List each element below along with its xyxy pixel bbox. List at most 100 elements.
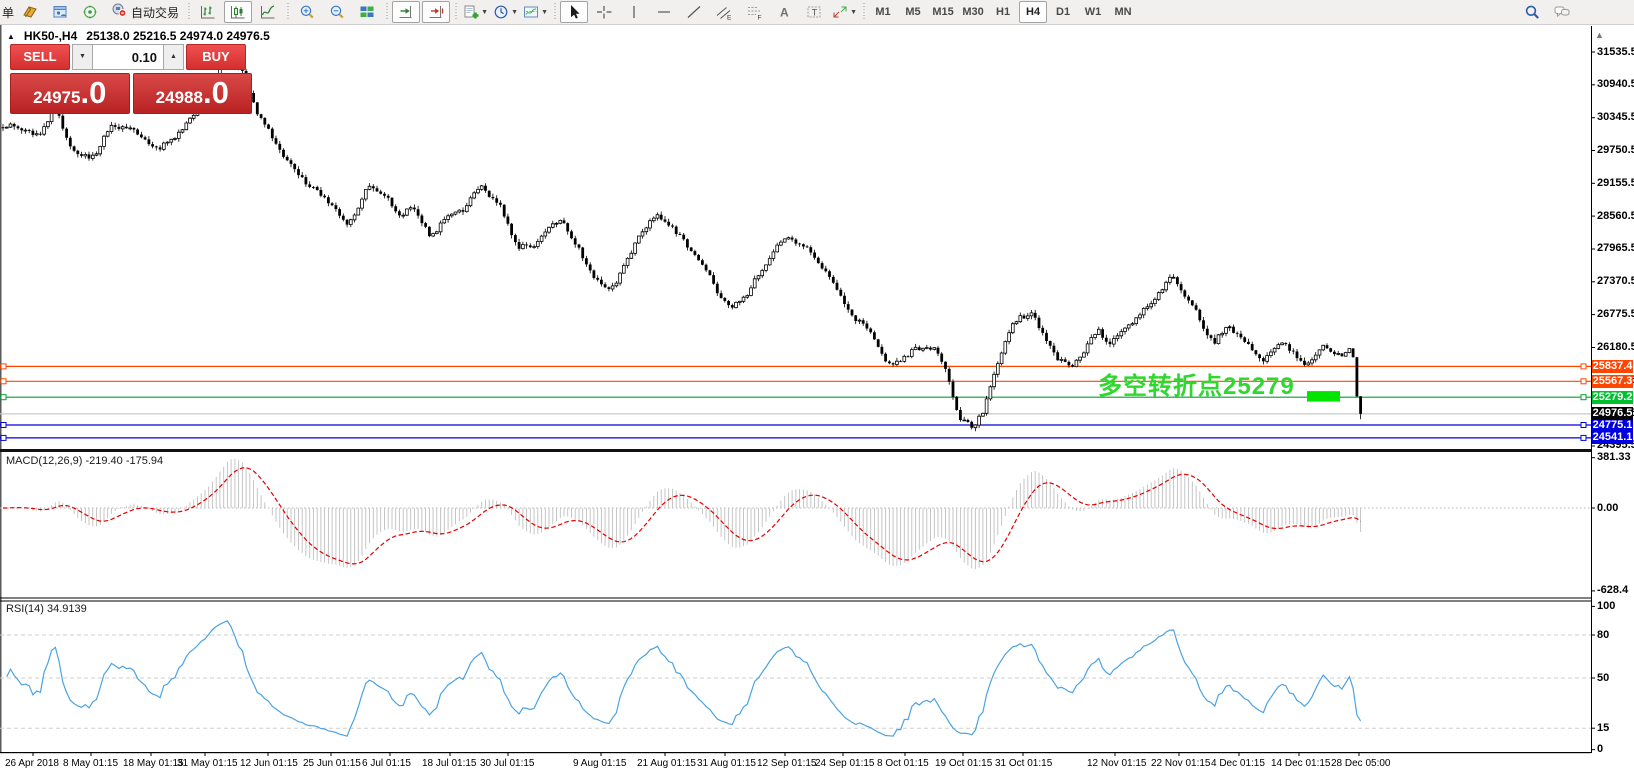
- toolbar-separator: [383, 3, 390, 21]
- chart-shift-icon: [427, 4, 445, 20]
- volume-increase-button[interactable]: ▲: [163, 44, 184, 70]
- text-button[interactable]: A: [770, 1, 798, 23]
- macd-axis-label: 381.33: [1597, 451, 1631, 464]
- time-axis-label: 31 Oct 01:15: [995, 758, 1052, 769]
- price-axis-label: 29155.5: [1597, 177, 1634, 190]
- time-axis-label: 8 May 01:15: [63, 758, 118, 769]
- price-axis-label: 31535.5: [1597, 46, 1634, 59]
- arrows-button[interactable]: ▼: [830, 1, 858, 23]
- zoom-in-icon: [298, 4, 316, 20]
- new-chart-icon: [462, 4, 480, 20]
- timeframe-button-w1[interactable]: W1: [1079, 1, 1107, 23]
- timeframe-button-m1[interactable]: M1: [869, 1, 897, 23]
- time-axis-label: 18 May 01:15: [123, 758, 184, 769]
- cursor-button[interactable]: [560, 1, 588, 23]
- data-window-button[interactable]: [46, 1, 74, 23]
- auto-scroll-button[interactable]: [392, 1, 420, 23]
- periods-button[interactable]: ▼: [491, 1, 519, 23]
- trendline-icon: [685, 4, 703, 20]
- chart-ohlc-values: 25138.0 25216.5 24974.0 24976.5: [86, 29, 270, 43]
- chart-canvas[interactable]: [0, 25, 1634, 774]
- templates-button[interactable]: ▼: [521, 1, 549, 23]
- chart-shift-button[interactable]: [422, 1, 450, 23]
- templates-icon: [522, 4, 540, 20]
- channel-button[interactable]: E: [710, 1, 738, 23]
- sell-price-button[interactable]: 24975.0: [10, 73, 130, 114]
- navigator-icon: [81, 4, 99, 20]
- dropdown-caret-icon: ▼: [850, 9, 857, 16]
- chart-window[interactable]: 31535.530940.530345.529750.529155.528560…: [0, 25, 1634, 774]
- crosshair-icon: [595, 4, 613, 20]
- channel-icon: E: [715, 4, 733, 20]
- collapse-panel-icon[interactable]: ▲: [7, 32, 15, 41]
- timeframe-button-h4[interactable]: H4: [1019, 1, 1047, 23]
- volume-input[interactable]: [93, 44, 163, 70]
- time-axis-label: 6 Jul 01:15: [362, 758, 411, 769]
- price-axis-label: 30940.5: [1597, 78, 1634, 91]
- volume-decrease-button[interactable]: ▼: [72, 44, 93, 70]
- market-watch-button[interactable]: [16, 1, 44, 23]
- svg-text:E: E: [727, 15, 732, 21]
- time-axis-label: 25 Jun 01:15: [303, 758, 361, 769]
- tile-windows-button[interactable]: [353, 1, 381, 23]
- new-chart-button[interactable]: ▼: [461, 1, 489, 23]
- search-icon: [1523, 4, 1541, 20]
- pivot-annotation-text: 多空转折点25279: [1098, 366, 1295, 401]
- price-axis-label: 27965.5: [1597, 242, 1634, 255]
- timeframe-button-h1[interactable]: H1: [989, 1, 1017, 23]
- price-axis-label: 26180.5: [1597, 341, 1634, 354]
- cursor-icon: [565, 4, 583, 20]
- navigator-button[interactable]: [76, 1, 104, 23]
- timeframe-button-d1[interactable]: D1: [1049, 1, 1077, 23]
- vertical-line-icon: [625, 4, 643, 20]
- sell-price-main: 24975: [33, 79, 80, 114]
- toolbar-separator: [452, 3, 459, 21]
- bar-chart-icon: [199, 4, 217, 20]
- new-order-partial-label[interactable]: 单: [2, 4, 14, 21]
- toolbar-separator: [860, 3, 867, 21]
- timeframe-button-m15[interactable]: M15: [929, 1, 957, 23]
- macd-axis-label: 0.00: [1597, 502, 1618, 515]
- one-click-trade-panel: SELL ▼ ▲ BUY 24975.0 24988.0: [10, 44, 252, 114]
- hline-price-flag: 24775.1: [1592, 419, 1633, 432]
- hline-price-flag: 25567.3: [1592, 375, 1633, 388]
- sell-button[interactable]: SELL: [10, 44, 70, 70]
- crosshair-button[interactable]: [590, 1, 618, 23]
- svg-text:F: F: [758, 15, 762, 21]
- line-chart-button[interactable]: [254, 1, 282, 23]
- data-window-icon: [51, 4, 69, 20]
- autotrade-robot-icon: [110, 2, 128, 23]
- chat-button[interactable]: [1548, 1, 1576, 23]
- time-axis-label: 26 Apr 2018: [5, 758, 59, 769]
- scroll-up-icon[interactable]: ▲: [1595, 30, 1604, 40]
- search-button[interactable]: [1518, 1, 1546, 23]
- buy-button[interactable]: BUY: [186, 44, 246, 70]
- timeframe-button-m5[interactable]: M5: [899, 1, 927, 23]
- timeframe-button-m30[interactable]: M30: [959, 1, 987, 23]
- dropdown-caret-icon: ▼: [481, 9, 488, 16]
- svg-text:T: T: [812, 8, 818, 18]
- candlestick-chart-button[interactable]: [224, 1, 252, 23]
- toolbar-separator: [284, 3, 291, 21]
- fibonacci-button[interactable]: F: [740, 1, 768, 23]
- mt4-window: 单自动交易▼▼▼EFAT▼M1M5M15M30H1H4D1W1MN 31535.…: [0, 0, 1634, 774]
- trendline-button[interactable]: [680, 1, 708, 23]
- time-axis-label: 19 Oct 01:15: [935, 758, 992, 769]
- chat-icon: [1553, 4, 1571, 20]
- zoom-in-button[interactable]: [293, 1, 321, 23]
- time-axis-label: 22 Nov 01:15: [1151, 758, 1211, 769]
- arrows-icon: [831, 4, 849, 20]
- vertical-line-button[interactable]: [620, 1, 648, 23]
- timeframe-button-mn[interactable]: MN: [1109, 1, 1137, 23]
- autotrading-button[interactable]: 自动交易: [106, 2, 183, 22]
- horizontal-line-button[interactable]: [650, 1, 678, 23]
- rsi-axis-label: 15: [1597, 722, 1609, 735]
- current-price-flag: 24976.5: [1592, 407, 1633, 420]
- zoom-out-button[interactable]: [323, 1, 351, 23]
- hline-price-flag: 25837.4: [1592, 360, 1633, 373]
- bar-chart-button[interactable]: [194, 1, 222, 23]
- buy-price-button[interactable]: 24988.0: [133, 73, 253, 114]
- dropdown-caret-icon: ▼: [511, 9, 518, 16]
- time-axis-label: 28 Dec 05:00: [1331, 758, 1391, 769]
- text-label-button[interactable]: T: [800, 1, 828, 23]
